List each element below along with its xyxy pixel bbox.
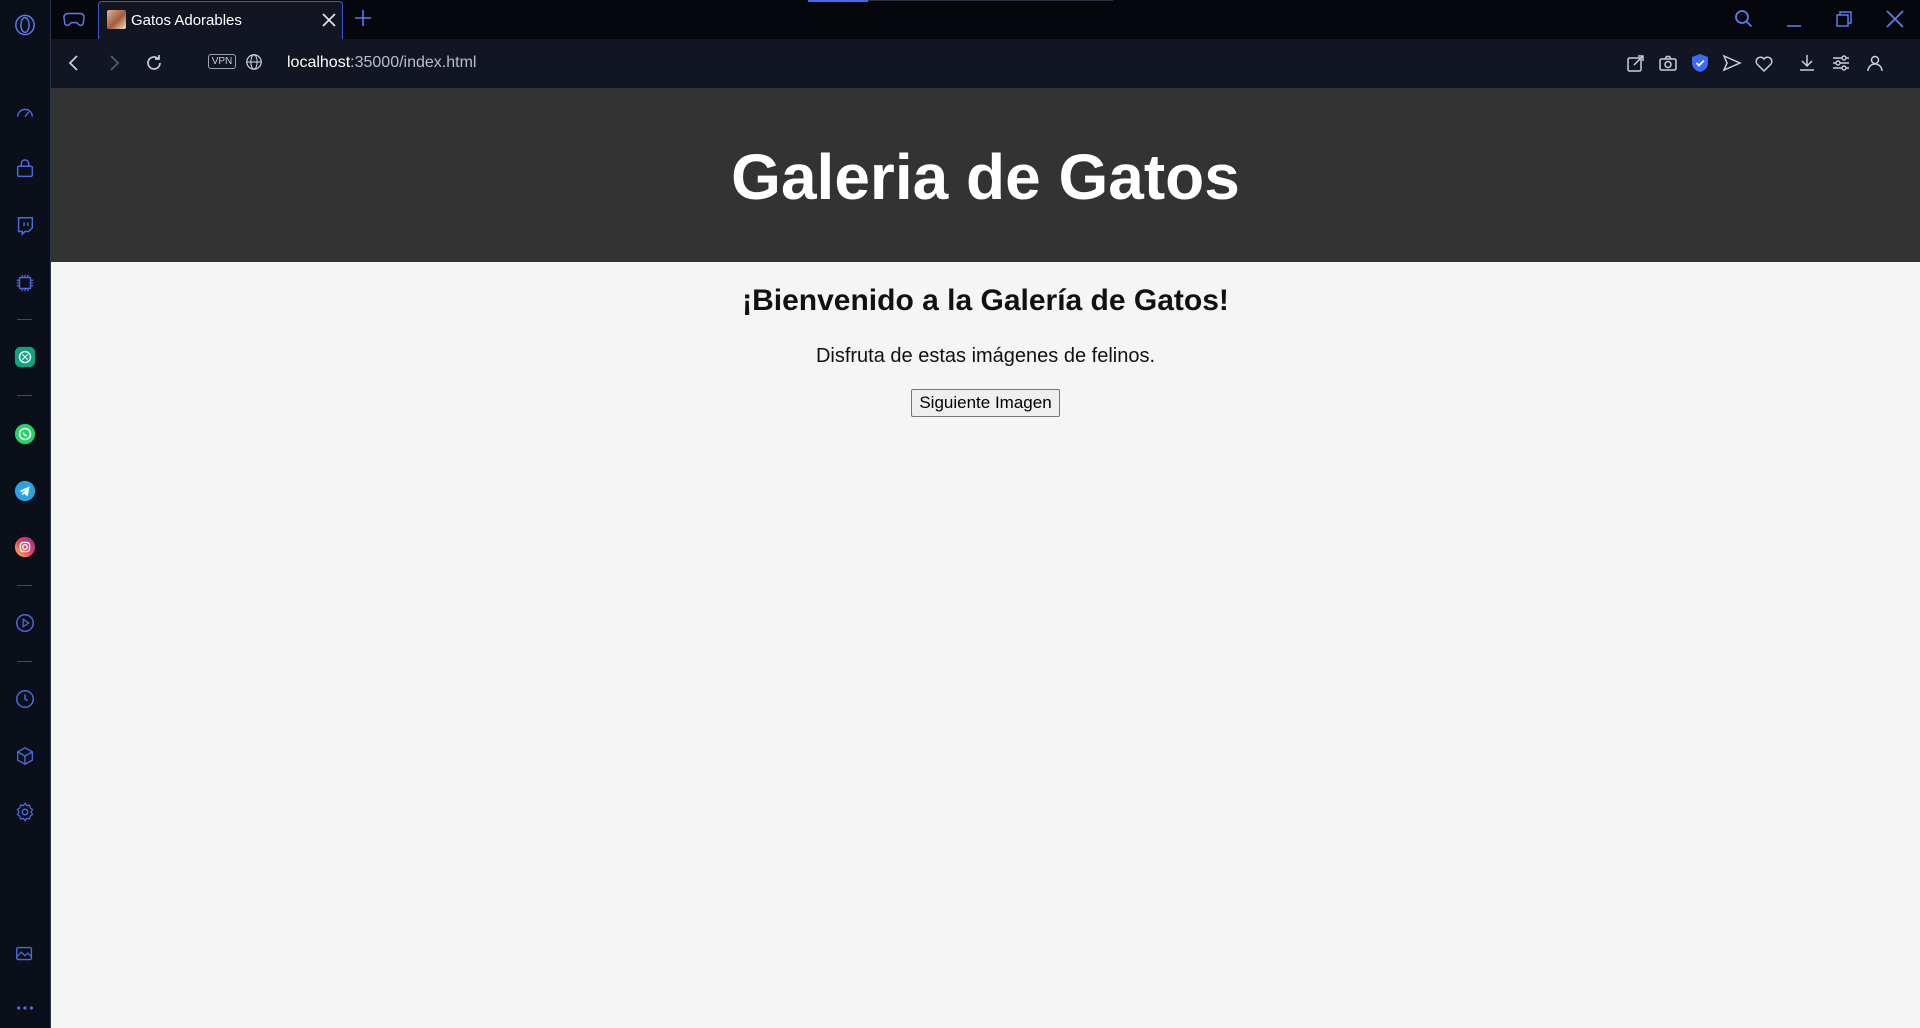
url-path: :35000/index.html [350, 54, 477, 71]
close-window-icon[interactable] [1884, 8, 1906, 30]
address-field[interactable]: localhost:35000/index.html [287, 54, 476, 72]
minimize-icon[interactable] [1783, 8, 1805, 30]
profile-icon[interactable] [1864, 52, 1886, 74]
new-tab-icon[interactable] [352, 7, 374, 29]
navigation-bar: VPN localhost:35000/index.html [51, 39, 1920, 88]
heart-icon[interactable] [1753, 52, 1775, 74]
url-host: localhost [287, 54, 351, 71]
opera-logo-icon[interactable] [11, 11, 39, 39]
camera-icon[interactable] [1657, 52, 1679, 74]
tab-title: Gatos Adorables [131, 12, 242, 29]
telegram-icon[interactable] [11, 477, 39, 505]
tab-strip-line [868, 0, 1113, 1]
tab-gatos-adorables[interactable]: Gatos Adorables [98, 1, 343, 39]
sidebar-divider [17, 319, 32, 320]
sidebar-divider [17, 585, 32, 586]
forward-icon[interactable] [103, 52, 125, 74]
page-title: Galeria de Gatos [731, 141, 1240, 213]
browser-sidebar [0, 0, 51, 1028]
more-icon[interactable] [11, 994, 39, 1022]
player-icon[interactable] [11, 609, 39, 637]
close-icon[interactable] [321, 12, 337, 28]
whatsapp-icon[interactable] [11, 420, 39, 448]
web-page: Galeria de Gatos ¡Bienvenido a la Galerí… [51, 88, 1920, 1028]
sidebar-divider [17, 395, 32, 396]
restore-icon[interactable] [1833, 8, 1855, 30]
loading-indicator [808, 0, 868, 2]
chatgpt-icon[interactable] [11, 343, 39, 371]
gamepad-icon[interactable] [63, 10, 85, 28]
history-icon[interactable] [11, 685, 39, 713]
welcome-heading: ¡Bienvenido a la Galería de Gatos! [742, 284, 1229, 317]
reload-icon[interactable] [143, 52, 165, 74]
globe-icon[interactable] [245, 53, 263, 71]
page-header: Galeria de Gatos [51, 88, 1920, 262]
settings-gear-icon[interactable] [11, 798, 39, 826]
welcome-subtitle: Disfruta de estas imágenes de felinos. [815, 345, 1156, 367]
ai-chip-icon[interactable] [11, 269, 39, 297]
twitch-icon[interactable] [11, 212, 39, 240]
download-icon[interactable] [1796, 52, 1818, 74]
search-icon[interactable] [1733, 8, 1755, 30]
edit-share-icon[interactable] [1625, 52, 1647, 74]
next-image-button[interactable]: Siguiente Imagen [911, 389, 1060, 417]
send-icon[interactable] [1721, 52, 1743, 74]
easy-setup-icon[interactable] [1830, 52, 1852, 74]
shield-icon[interactable] [1689, 52, 1711, 74]
tab-favicon [107, 10, 126, 29]
vpn-badge[interactable]: VPN [208, 54, 236, 69]
sidebar-divider [17, 661, 32, 662]
tab-strip: Gatos Adorables [51, 0, 1920, 39]
speed-dial-icon[interactable] [11, 99, 39, 127]
instagram-icon[interactable] [11, 533, 39, 561]
cube-icon[interactable] [11, 742, 39, 770]
shopping-bag-icon[interactable] [11, 155, 39, 183]
back-icon[interactable] [63, 52, 85, 74]
gallery-icon[interactable] [11, 940, 39, 968]
